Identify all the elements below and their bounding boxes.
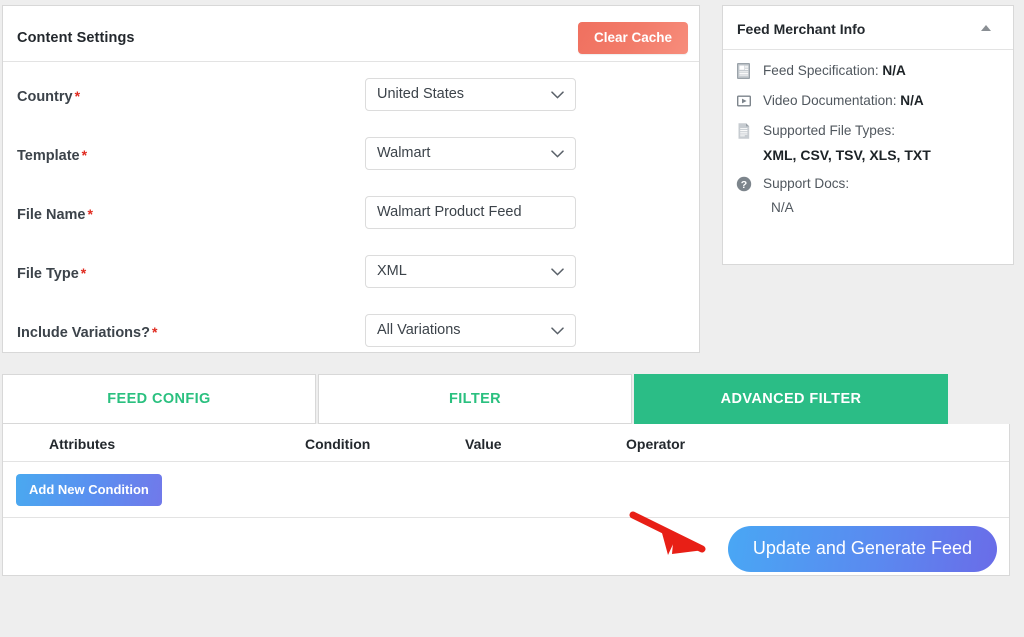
merchant-row-feed-specification-text: Feed Specification: N/A [763,61,906,80]
field-label-include-variations: Include Variations? * [17,324,157,341]
field-label-country-text: Country [17,89,73,105]
chevron-down-icon [551,79,564,110]
tab-feed-config[interactable]: FEED CONFIG [2,374,316,424]
column-header-attributes: Attributes [49,436,116,452]
svg-text:?: ? [741,179,747,191]
country-select-value: United States [377,86,465,102]
chevron-down-icon [551,138,564,169]
tab-filter[interactable]: FILTER [318,374,632,424]
field-row-file-name: File Name * Walmart Product Feed [3,186,699,245]
field-label-country: Country * [17,88,80,105]
merchant-row-support-docs: ? Support Docs: [735,174,1001,193]
filter-table-header-row: Attributes Condition Value Operator [3,424,1009,462]
merchant-row-video-documentation: Video Documentation: N/A [735,91,1001,110]
field-label-file-name: File Name * [17,206,93,223]
video-documentation-icon [735,92,753,110]
page-title: Content Settings [17,30,135,46]
field-row-include-variations: Include Variations? * All Variations [3,304,699,363]
merchant-label-support-docs: Support Docs: [763,176,850,191]
support-docs-icon: ? [735,175,753,193]
required-asterisk: * [151,324,158,340]
merchant-row-video-documentation-text: Video Documentation: N/A [763,91,924,110]
field-label-file-type-text: File Type [17,266,79,282]
column-header-operator: Operator [626,436,686,452]
merchant-value-video-documentation: N/A [900,93,924,108]
file-name-input-value: Walmart Product Feed [377,204,522,220]
update-and-generate-feed-button[interactable]: Update and Generate Feed [727,526,997,572]
country-select[interactable]: United States [365,78,576,111]
merchant-value-feed-specification: N/A [882,63,906,78]
file-name-input[interactable]: Walmart Product Feed [365,196,576,229]
content-settings-header: Content Settings Clear Cache [3,6,699,62]
required-asterisk: * [80,265,87,281]
clear-cache-button[interactable]: Clear Cache [577,22,688,54]
required-asterisk: * [74,88,81,104]
required-asterisk: * [87,206,93,222]
merchant-row-supported-file-types: Supported File Types: [735,121,1001,140]
include-variations-select[interactable]: All Variations [365,314,576,347]
feed-merchant-info-header[interactable]: Feed Merchant Info [723,6,1013,50]
action-row: Update and Generate Feed [3,518,1009,574]
column-header-value: Value [465,436,502,452]
field-row-file-type: File Type * XML [3,245,699,304]
merchant-label-feed-specification: Feed Specification: [763,63,879,78]
tab-advanced-filter[interactable]: ADVANCED FILTER [634,374,948,424]
feed-merchant-info-title: Feed Merchant Info [737,21,866,37]
file-types-icon [735,122,753,140]
chevron-down-icon [551,256,564,287]
include-variations-select-value: All Variations [377,322,461,338]
merchant-label-supported-file-types: Supported File Types: [763,123,895,138]
file-type-select[interactable]: XML [365,255,576,288]
add-condition-row: Add New Condition [3,462,1009,518]
field-row-template: Template * Walmart [3,127,699,186]
feed-merchant-info-body: Feed Specification: N/A Video Documentat… [723,50,1013,215]
triangle-up-icon[interactable] [969,6,1003,49]
file-type-select-value: XML [377,263,407,279]
required-asterisk: * [81,147,88,163]
merchant-row-feed-specification: Feed Specification: N/A [735,61,1001,80]
advanced-filter-panel: Attributes Condition Value Operator Add … [2,424,1010,576]
feed-merchant-info-card: Feed Merchant Info Feed Specification: N… [722,5,1014,265]
field-label-file-name-text: File Name [17,207,86,223]
field-label-include-variations-text: Include Variations? [17,325,150,341]
chevron-down-icon [551,315,564,346]
merchant-label-video-documentation: Video Documentation: [763,93,897,108]
field-label-template-text: Template [17,148,80,164]
template-select[interactable]: Walmart [365,137,576,170]
add-new-condition-button[interactable]: Add New Condition [16,474,162,506]
field-label-template: Template * [17,147,87,164]
field-label-file-type: File Type * [17,265,86,282]
page-root: Content Settings Clear Cache Country * Un… [0,0,1024,637]
merchant-value-support-docs: N/A [771,200,794,215]
field-row-country: Country * United States [3,68,699,127]
filter-tab-bar: FEED CONFIG FILTER ADVANCED FILTER [2,374,948,424]
content-settings-card: Content Settings Clear Cache Country * Un… [2,5,700,353]
settings-form: Country * United States Template * Walmart [3,62,699,363]
feed-specification-icon [735,62,753,80]
merchant-value-supported-file-types: XML, CSV, TSV, XLS, TXT [763,147,931,163]
template-select-value: Walmart [377,145,431,161]
column-header-condition: Condition [305,436,371,452]
